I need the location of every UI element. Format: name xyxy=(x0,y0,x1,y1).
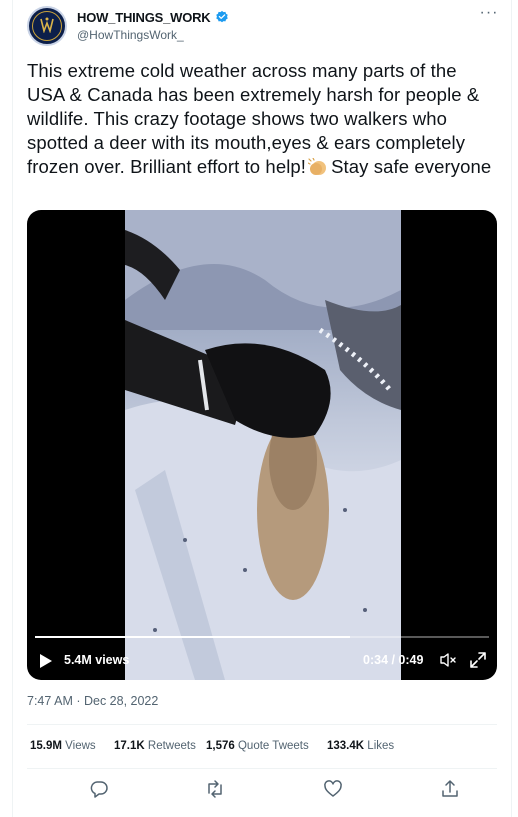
tweet-card: HOW_THINGS_WORK @HowThingsWork_ ··· This… xyxy=(12,0,512,817)
tweet-text: This extreme cold weather across many pa… xyxy=(27,59,499,179)
play-icon[interactable] xyxy=(39,653,53,669)
reply-icon[interactable] xyxy=(89,779,109,799)
more-options-icon[interactable]: ··· xyxy=(479,5,499,24)
tweet-timestamp[interactable]: 7:47 AM · Dec 28, 2022 xyxy=(27,694,158,708)
how-things-work-logo-icon xyxy=(40,17,54,33)
video-view-count: 5.4M views xyxy=(64,653,130,667)
divider xyxy=(27,768,497,769)
video-progress-bar[interactable] xyxy=(35,636,489,638)
stat-views-value: 15.9M xyxy=(30,740,62,752)
stat-retweets[interactable]: 17.1K Retweets xyxy=(114,740,196,752)
stat-retweets-value: 17.1K xyxy=(114,740,145,752)
video-frame xyxy=(125,210,401,680)
video-time: 0:34 / 0:49 xyxy=(363,653,424,667)
tweet-text-tail: Stay safe everyone xyxy=(331,156,492,177)
stat-views[interactable]: 15.9M Views xyxy=(30,740,96,752)
mute-icon[interactable] xyxy=(439,651,457,669)
stat-quote-tweets-value: 1,576 xyxy=(206,740,235,752)
video-progress-fill xyxy=(35,636,351,638)
display-name[interactable]: HOW_THINGS_WORK xyxy=(77,10,211,25)
stat-quote-tweets-label: Quote Tweets xyxy=(237,740,309,752)
stat-quote-tweets[interactable]: 1,576 Quote Tweets xyxy=(206,740,309,752)
clapping-hands-icon xyxy=(308,158,327,175)
retweet-icon[interactable] xyxy=(205,779,225,799)
stat-likes-label: Likes xyxy=(367,740,395,752)
stat-likes-value: 133.4K xyxy=(327,740,365,752)
share-icon[interactable] xyxy=(440,779,460,799)
stat-views-label: Views xyxy=(65,740,96,752)
stat-likes[interactable]: 133.4K Likes xyxy=(327,740,394,752)
tweet-actions xyxy=(27,770,497,808)
video-player[interactable]: 5.4M views 0:34 / 0:49 xyxy=(27,210,497,680)
video-still xyxy=(125,210,401,680)
stat-retweets-label: Retweets xyxy=(147,740,196,752)
verified-badge-icon xyxy=(216,10,228,23)
like-icon[interactable] xyxy=(323,779,343,799)
divider xyxy=(27,724,497,725)
avatar[interactable] xyxy=(27,6,67,46)
expand-icon[interactable] xyxy=(469,651,487,669)
handle[interactable]: @HowThingsWork_ xyxy=(77,28,184,42)
tweet-header: HOW_THINGS_WORK @HowThingsWork_ ··· xyxy=(27,5,501,46)
